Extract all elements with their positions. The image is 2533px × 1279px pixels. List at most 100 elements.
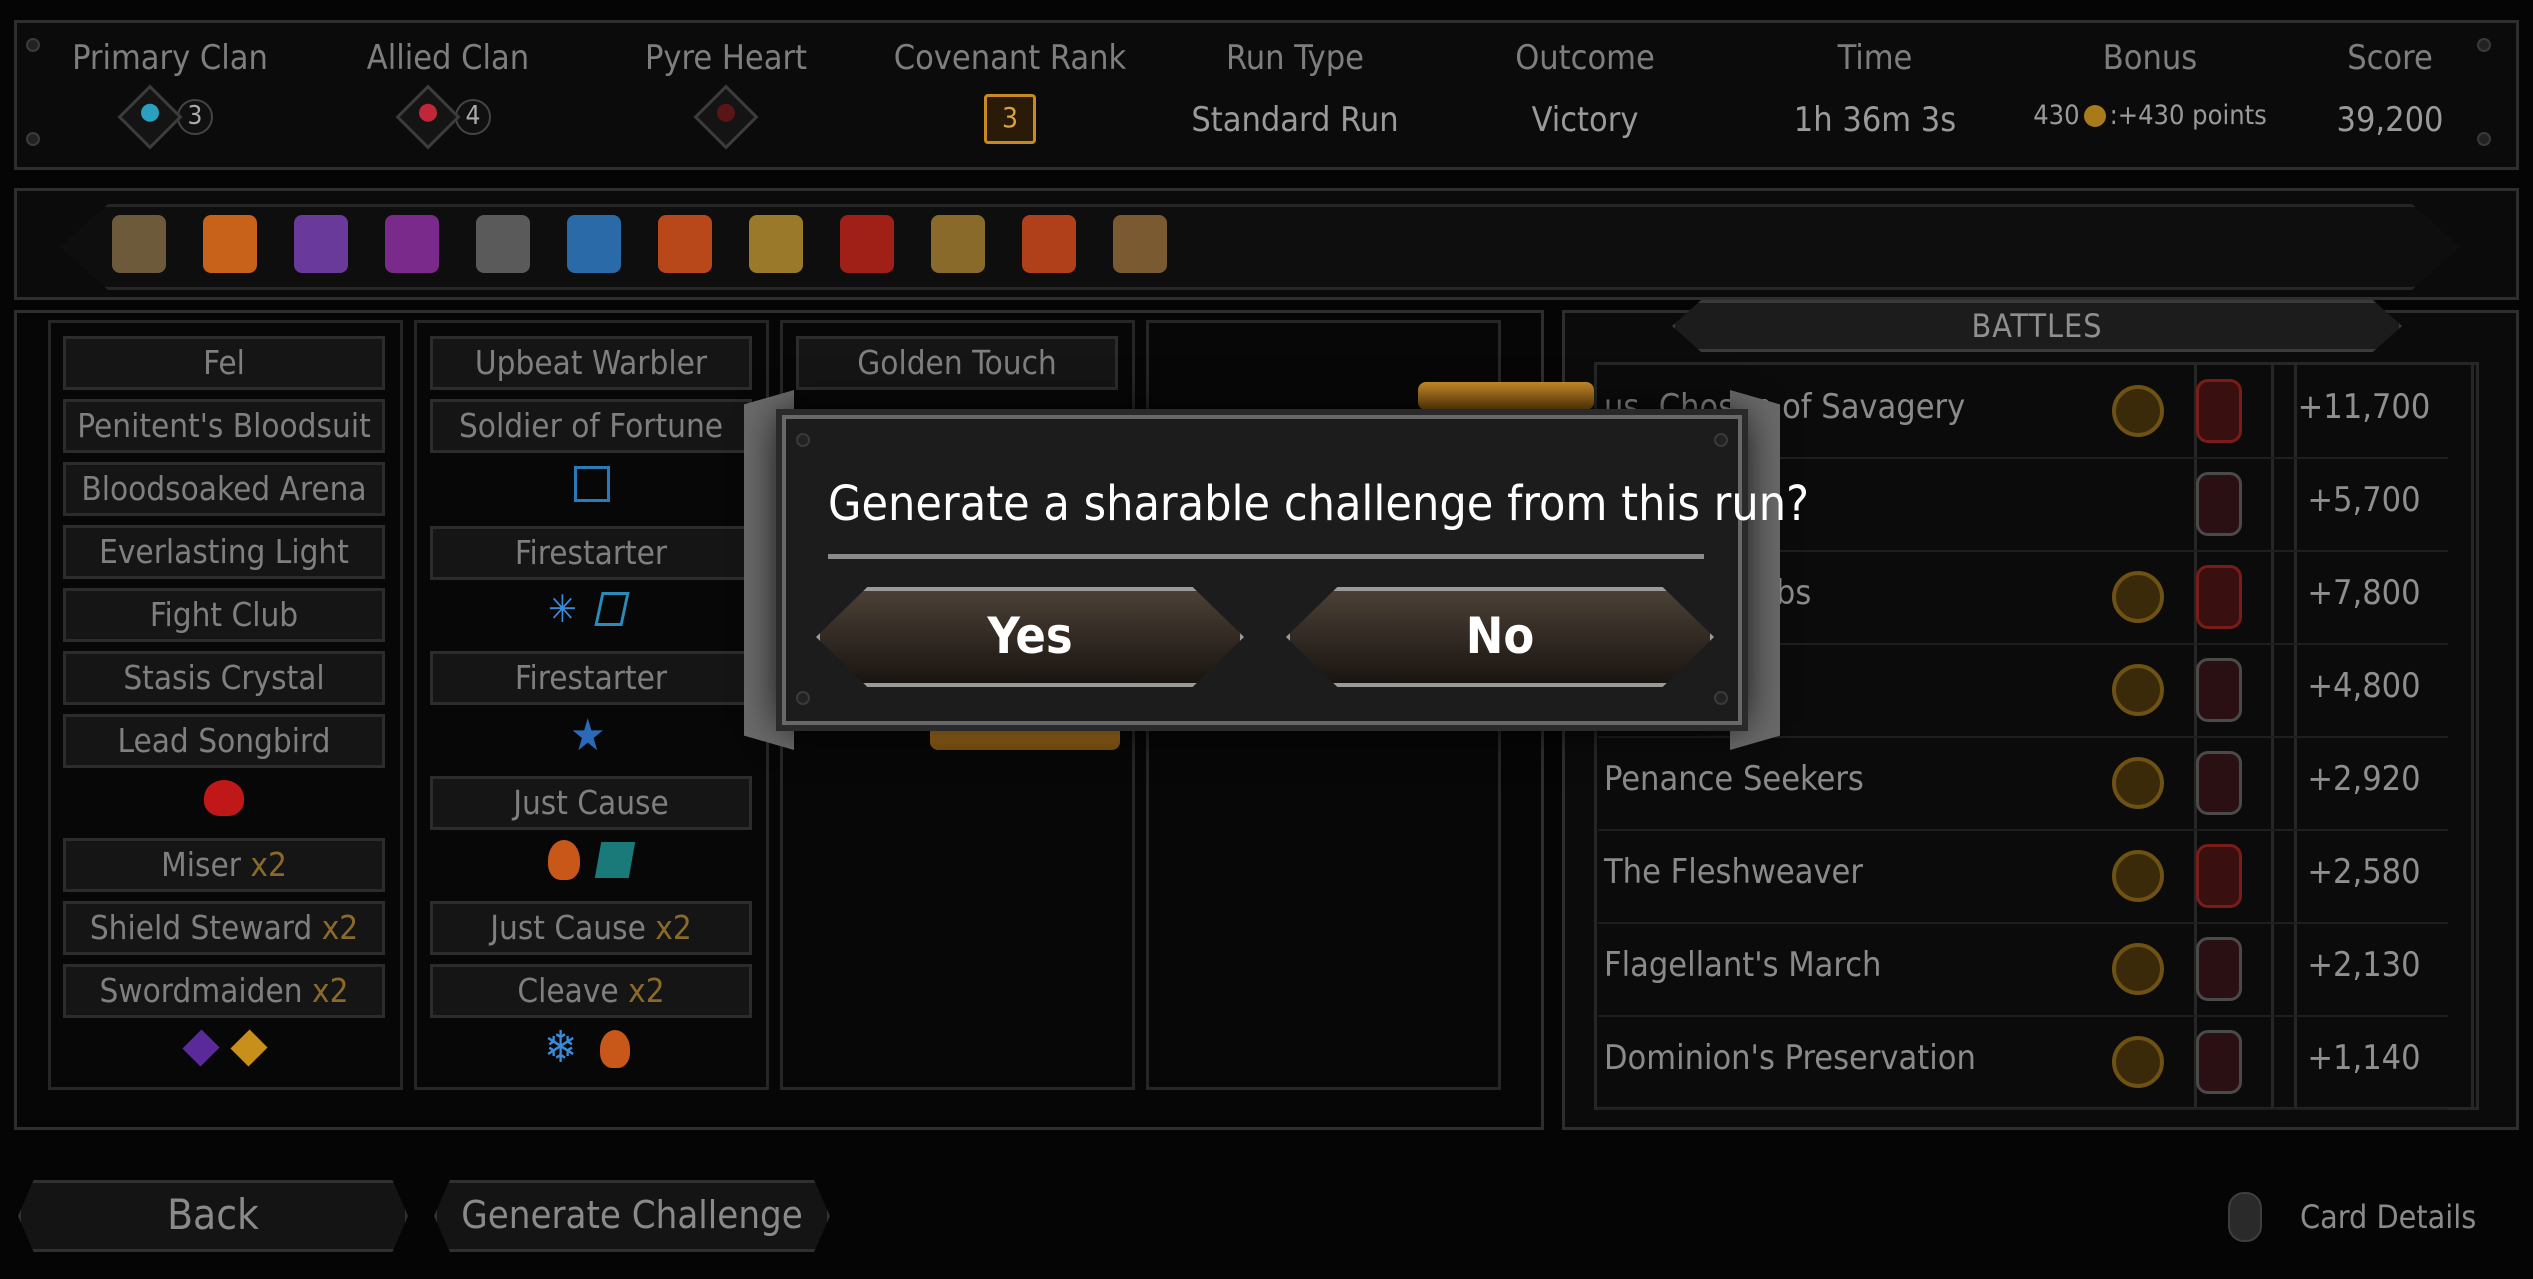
battle-name: Flagellant's March xyxy=(1604,945,1882,985)
blue-cube-icon xyxy=(574,466,610,502)
stat-pyre-heart[interactable]: Pyre Heart xyxy=(626,38,826,150)
pyre-lantern-icon xyxy=(2196,937,2242,1001)
battle-name: Penance Seekers xyxy=(1604,759,1864,799)
pyre-lantern-icon xyxy=(2196,565,2242,629)
pyre-lantern-icon xyxy=(2196,1030,2242,1094)
open-book-relic-icon[interactable] xyxy=(1113,215,1167,273)
stat-run-type: Run Type Standard Run xyxy=(1160,38,1430,140)
orange-card-relic-icon[interactable] xyxy=(203,215,257,273)
blue-crystal-relic-icon[interactable] xyxy=(567,215,621,273)
flame-demon-relic-icon[interactable] xyxy=(1022,215,1076,273)
yes-button[interactable]: Yes xyxy=(816,587,1244,687)
deck-card[interactable]: Miser x2 xyxy=(63,838,385,892)
deck-card[interactable]: Shield Steward x2 xyxy=(63,901,385,955)
stat-allied-clan[interactable]: Allied Clan 4 xyxy=(348,38,548,150)
rivet xyxy=(2477,132,2491,146)
deck-card[interactable]: Just Cause xyxy=(430,776,752,830)
battle-name: Dominion's Preservation xyxy=(1604,1038,1976,1078)
battle-score: +4,800 xyxy=(2307,666,2421,706)
battle-row[interactable]: Dominion's Preservation +1,140 xyxy=(1598,1016,2448,1110)
deck-card[interactable]: Penitent's Bloodsuit xyxy=(63,399,385,453)
battle-score: +1,140 xyxy=(2307,1038,2421,1078)
run-type-value: Standard Run xyxy=(1191,100,1399,140)
deck-card[interactable]: Fel xyxy=(63,336,385,390)
rivet xyxy=(26,38,40,52)
stat-label: Bonus xyxy=(2102,38,2198,78)
stat-label: Allied Clan xyxy=(366,38,530,78)
battle-row[interactable]: Flagellant's March +2,130 xyxy=(1598,923,2448,1017)
teal-card-icon xyxy=(594,842,636,878)
pyre-lantern-icon xyxy=(2196,379,2242,443)
stat-label: Run Type xyxy=(1226,38,1364,78)
score-value: 39,200 xyxy=(2336,100,2444,140)
card-details-label[interactable]: Card Details xyxy=(2300,1198,2476,1236)
stat-label: Time xyxy=(1837,38,1913,78)
deck-card[interactable]: Stasis Crystal xyxy=(63,651,385,705)
time-value: 1h 36m 3s xyxy=(1793,100,1957,140)
pyre-lantern-icon xyxy=(2196,658,2242,722)
deck-card[interactable]: Firestarter xyxy=(430,651,752,705)
battle-score: +2,580 xyxy=(2307,852,2421,892)
deck-card[interactable]: Fight Club xyxy=(63,588,385,642)
deck-card[interactable]: Bloodsoaked Arena xyxy=(63,462,385,516)
back-button[interactable]: Back xyxy=(18,1180,408,1252)
deck-card[interactable]: Everlasting Light xyxy=(63,525,385,579)
battle-name: The Fleshweaver xyxy=(1604,852,1863,892)
battle-score: +11,700 xyxy=(2297,387,2431,427)
heart-upgrade-icon xyxy=(204,780,244,816)
rivet xyxy=(796,433,810,447)
deck-card[interactable]: Cleave x2 xyxy=(430,964,752,1018)
bonus-gold-value: 430 xyxy=(2033,100,2080,131)
deck-card[interactable]: Golden Touch xyxy=(796,336,1118,390)
flame-icon xyxy=(600,1030,630,1068)
snowflake-icon: ❄ xyxy=(544,1022,578,1073)
purple-mushroom-relic-icon[interactable] xyxy=(385,215,439,273)
stat-label: Outcome xyxy=(1515,38,1655,78)
boss-emblem-icon xyxy=(2112,664,2164,716)
deck-card[interactable]: Just Cause x2 xyxy=(430,901,752,955)
battle-row[interactable]: Penance Seekers +2,920 xyxy=(1598,737,2448,831)
deck-card[interactable]: Lead Songbird xyxy=(63,714,385,768)
pyre-heart-icon xyxy=(693,84,759,150)
deck-card[interactable]: Firestarter xyxy=(430,526,752,580)
stone-relic-icon[interactable] xyxy=(476,215,530,273)
dialog-question: Generate a sharable challenge from this … xyxy=(828,459,1809,559)
rivet xyxy=(1714,433,1728,447)
battle-score: +2,920 xyxy=(2307,759,2421,799)
stat-covenant-rank[interactable]: Covenant Rank 3 xyxy=(880,38,1140,144)
scroll-relic-icon[interactable] xyxy=(112,215,166,273)
gold-coin-icon xyxy=(2083,104,2106,127)
blue-star-icon: ★ xyxy=(570,710,606,761)
deck-card[interactable]: Soldier of Fortune xyxy=(430,399,752,453)
boss-emblem-icon xyxy=(2112,1036,2164,1088)
generate-challenge-button[interactable]: Generate Challenge xyxy=(434,1180,830,1252)
blue-star-icon: ✳ xyxy=(548,587,577,631)
stat-label: Pyre Heart xyxy=(644,38,808,78)
stat-label: Covenant Rank xyxy=(893,38,1127,78)
no-button[interactable]: No xyxy=(1286,587,1714,687)
rivet xyxy=(1714,691,1728,705)
outcome-value: Victory xyxy=(1531,100,1639,140)
boss-emblem-icon xyxy=(2112,571,2164,623)
golden-chain-relic-icon[interactable] xyxy=(931,215,985,273)
rivet xyxy=(2477,38,2491,52)
deck-card[interactable]: Swordmaiden x2 xyxy=(63,964,385,1018)
primary-clan-icon xyxy=(117,84,183,150)
allied-clan-icon xyxy=(395,84,461,150)
pyre-lantern-icon xyxy=(2196,472,2242,536)
stat-time: Time 1h 36m 3s xyxy=(1760,38,1990,140)
red-dragon-relic-icon[interactable] xyxy=(840,215,894,273)
battle-row[interactable]: The Fleshweaver +2,580 xyxy=(1598,830,2448,924)
dialog-handle-bottom xyxy=(930,722,1120,750)
fire-orb-relic-icon[interactable] xyxy=(658,215,712,273)
deck-card[interactable]: Upbeat Warbler xyxy=(430,336,752,390)
gold-bag-relic-icon[interactable] xyxy=(749,215,803,273)
stat-bonus: Bonus 430 :+430 points xyxy=(2010,38,2290,131)
purple-crystal-relic-icon[interactable] xyxy=(294,215,348,273)
stat-outcome: Outcome Victory xyxy=(1470,38,1700,140)
rivet xyxy=(26,132,40,146)
mouse-icon xyxy=(2228,1192,2262,1242)
stat-primary-clan[interactable]: Primary Clan 3 xyxy=(70,38,270,150)
battles-header: BATTLES xyxy=(1672,300,2402,352)
battle-score: +7,800 xyxy=(2307,573,2421,613)
